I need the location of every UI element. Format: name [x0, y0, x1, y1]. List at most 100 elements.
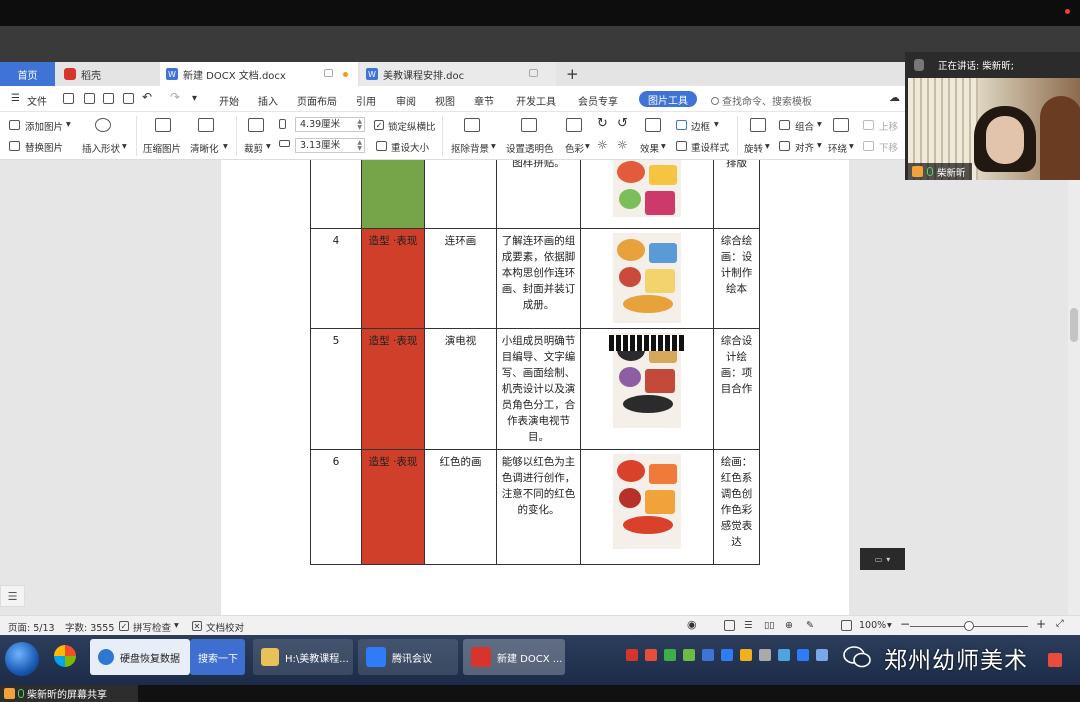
chevron-down-icon[interactable]: ▾: [122, 141, 127, 152]
menu-view[interactable]: 视图: [435, 93, 455, 108]
brightness-down-icon[interactable]: ↺: [617, 116, 628, 131]
spinner-icon[interactable]: ▲ ▼: [357, 140, 362, 152]
zoom-in-icon[interactable]: +: [1036, 617, 1046, 631]
menu-page-layout[interactable]: 页面布局: [297, 93, 337, 108]
chevron-down-icon[interactable]: ▾: [714, 119, 719, 130]
comment-icon[interactable]: [529, 69, 538, 77]
word-count[interactable]: 字数: 3555: [65, 620, 114, 634]
chevron-down-icon[interactable]: ▾: [886, 555, 890, 564]
chevron-down-icon[interactable]: ▾: [66, 119, 71, 130]
zoom-out-icon[interactable]: −: [900, 617, 910, 631]
redo-icon[interactable]: ↷: [170, 90, 180, 104]
eye-protection-icon[interactable]: ◉: [687, 618, 697, 631]
width-input[interactable]: 4.39厘米 ▲ ▼: [295, 117, 365, 132]
new-tab-icon[interactable]: +: [566, 65, 579, 83]
pen-icon[interactable]: ✎: [806, 620, 814, 631]
chevron-down-icon[interactable]: ▾: [887, 620, 892, 631]
menu-reference[interactable]: 引用: [356, 93, 376, 108]
rotate-button[interactable]: 旋转: [744, 141, 763, 155]
fit-page-icon[interactable]: [841, 620, 852, 631]
chevron-down-icon[interactable]: ▾: [585, 141, 590, 152]
tray-icon[interactable]: [797, 649, 809, 661]
menu-insert[interactable]: 插入: [258, 93, 278, 108]
set-transparent-button[interactable]: 设置透明色: [506, 141, 554, 155]
tab-picture-tools[interactable]: 图片工具: [639, 91, 697, 107]
group-button[interactable]: 组合: [795, 119, 814, 133]
add-picture-button[interactable]: 添加图片: [25, 119, 63, 133]
textbook-picture[interactable]: [613, 233, 681, 323]
brightness-up-icon[interactable]: ↻: [597, 116, 608, 131]
task-search[interactable]: 搜索一下: [190, 639, 245, 675]
remove-background-button[interactable]: 抠除背景: [451, 141, 489, 155]
tray-icon[interactable]: [740, 649, 752, 661]
undo-icon[interactable]: ↶: [142, 90, 152, 104]
participant-video[interactable]: 柴新昕: [908, 78, 1080, 180]
quick-access-dropdown-icon[interactable]: ▾: [192, 93, 197, 104]
tab-home[interactable]: 首页: [0, 62, 55, 86]
hamburger-icon[interactable]: ☰: [11, 93, 20, 104]
chevron-down-icon[interactable]: ▾: [817, 119, 822, 130]
screen-share-label[interactable]: 柴新昕的屏幕共享: [0, 685, 138, 702]
print-icon[interactable]: [103, 93, 114, 104]
reset-style-button[interactable]: 重设样式: [691, 140, 729, 154]
task-disk-recovery[interactable]: 硬盘恢复数据: [90, 639, 190, 675]
chevron-down-icon[interactable]: ▾: [174, 620, 179, 631]
replace-picture-button[interactable]: 替换图片: [25, 140, 63, 154]
tray-icon[interactable]: [702, 649, 714, 661]
spell-check-button[interactable]: 拼写检查: [133, 620, 171, 634]
document-page[interactable]: 图样拼贴。 排版 4 造型 ·表现 连环画 了解连环画的组成要素，依据脚本构思创作连环画、…: [221, 160, 849, 615]
chevron-down-icon[interactable]: ▾: [223, 141, 228, 152]
page-view-icon[interactable]: [724, 620, 735, 631]
contrast-up-icon[interactable]: ☼: [597, 138, 608, 152]
chevron-down-icon[interactable]: ▾: [817, 140, 822, 151]
chevron-down-icon[interactable]: ▾: [266, 141, 271, 152]
outline-view-icon[interactable]: ☰: [744, 620, 753, 631]
insert-shape-button[interactable]: 插入形状: [82, 141, 120, 155]
chevron-down-icon[interactable]: ▾: [765, 141, 770, 152]
reading-view-icon[interactable]: ▯▯: [764, 620, 774, 631]
video-panel[interactable]: 正在讲话: 柴新昕; 柴新昕: [905, 52, 1080, 180]
lock-ratio-checkbox[interactable]: ✓: [374, 120, 384, 130]
preview-icon[interactable]: [123, 93, 134, 104]
tray-icon[interactable]: [645, 649, 657, 661]
navigation-pane-icon[interactable]: ☰: [0, 585, 25, 607]
command-search[interactable]: 查找命令、搜索模板: [711, 93, 812, 108]
textbook-picture[interactable]: [613, 160, 681, 217]
floating-toolbar[interactable]: ▭ ▾: [860, 548, 905, 570]
align-button[interactable]: 对齐: [795, 140, 814, 154]
start-button[interactable]: [5, 642, 39, 676]
cloud-icon[interactable]: ☁: [889, 91, 900, 104]
tray-icon[interactable]: [683, 649, 695, 661]
effects-button[interactable]: 效果: [640, 141, 659, 155]
web-view-icon[interactable]: ⊕: [785, 620, 793, 631]
tray-icon[interactable]: [816, 649, 828, 661]
fullscreen-icon[interactable]: ⤢: [1056, 618, 1064, 629]
notification-icon[interactable]: [1048, 653, 1062, 667]
menu-member[interactable]: 会员专享: [578, 93, 618, 108]
textbook-picture[interactable]: [609, 333, 685, 428]
color-button[interactable]: 色彩: [565, 141, 584, 155]
tray-icon[interactable]: [759, 649, 771, 661]
vertical-scrollbar[interactable]: [1068, 160, 1080, 615]
menu-start[interactable]: 开始: [219, 93, 239, 108]
tray-icon[interactable]: [664, 649, 676, 661]
zoom-level[interactable]: 100%: [859, 620, 886, 631]
tab-daoke[interactable]: 稻壳: [58, 62, 158, 86]
move-up-button[interactable]: 上移: [879, 119, 898, 133]
tray-icon[interactable]: [626, 649, 638, 661]
page-indicator[interactable]: 页面: 5/13: [8, 620, 55, 634]
chevron-down-icon[interactable]: ▾: [661, 141, 666, 152]
textbook-picture[interactable]: [613, 454, 681, 549]
zoom-slider-handle[interactable]: [964, 621, 974, 631]
reset-size-button[interactable]: 重设大小: [391, 140, 429, 154]
menu-developer[interactable]: 开发工具: [516, 93, 556, 108]
document-proof-button[interactable]: 文档校对: [206, 620, 244, 634]
app-icon[interactable]: [54, 645, 76, 667]
move-down-button[interactable]: 下移: [879, 140, 898, 154]
comment-icon[interactable]: [324, 69, 333, 77]
clarity-button[interactable]: 清晰化: [190, 141, 219, 155]
border-button[interactable]: 边框: [691, 119, 710, 133]
height-input[interactable]: 3.13厘米 ▲ ▼: [295, 138, 365, 153]
chevron-down-icon[interactable]: ▾: [491, 141, 496, 152]
chevron-down-icon[interactable]: ▾: [849, 141, 854, 152]
